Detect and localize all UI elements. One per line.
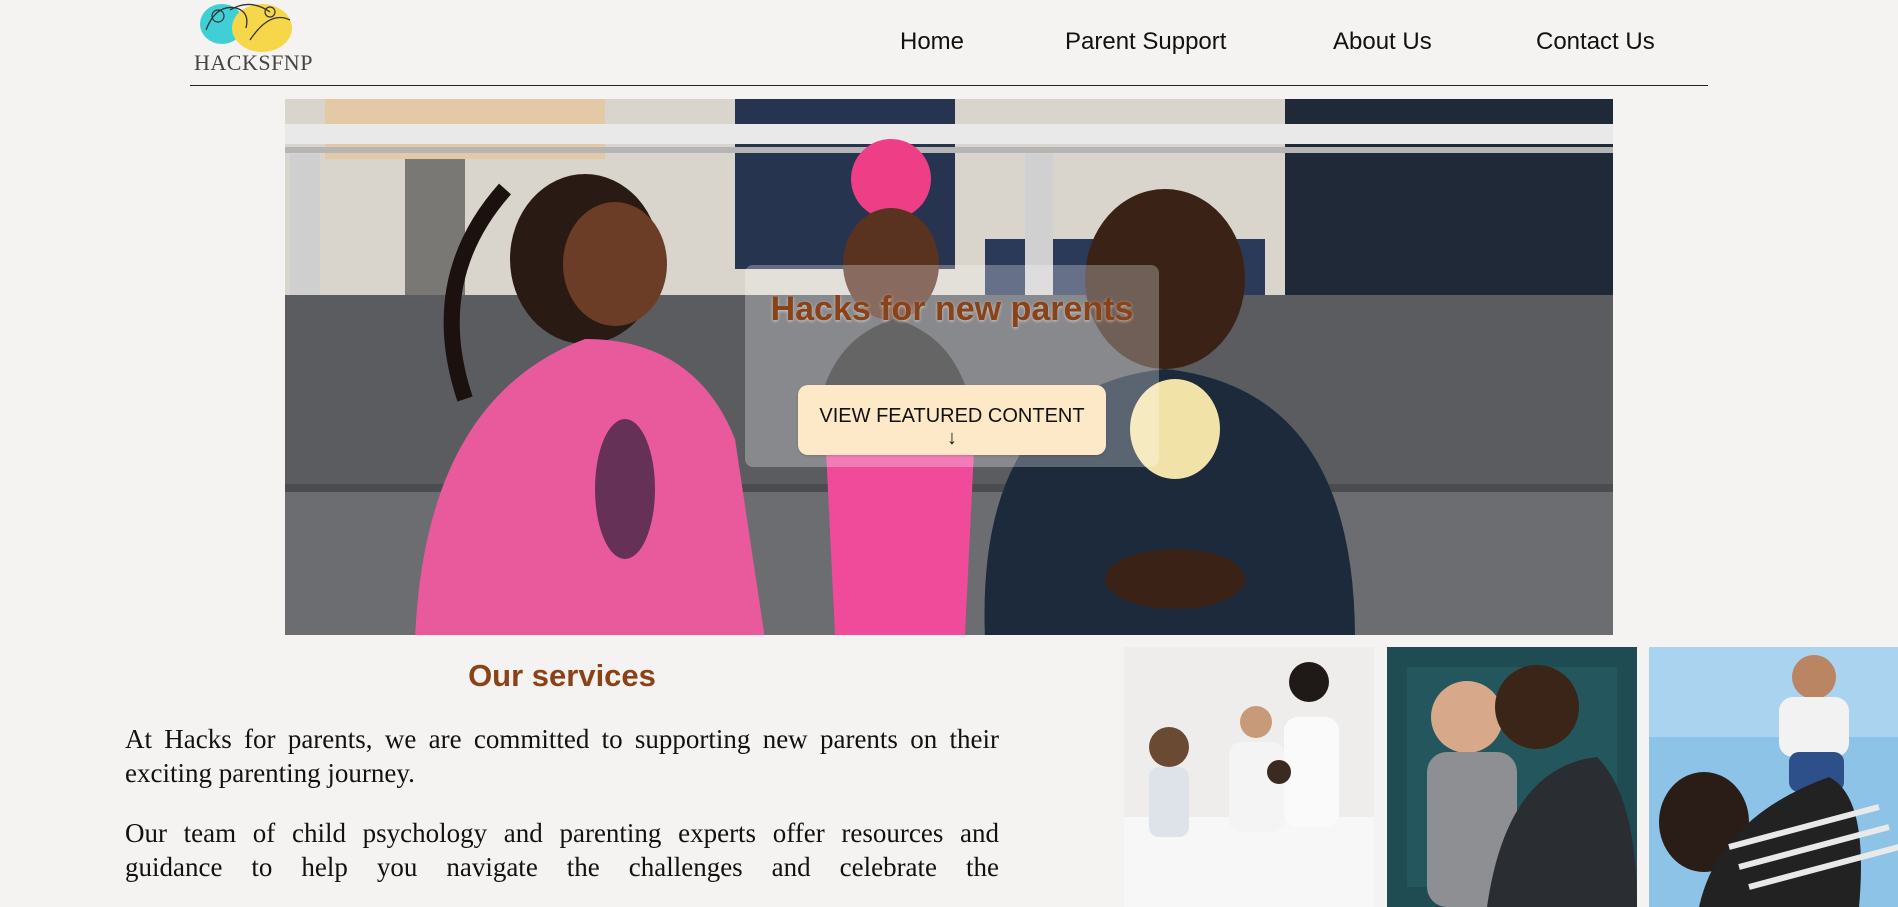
nav-home[interactable]: Home — [900, 28, 964, 56]
view-featured-content-button[interactable]: VIEW FEATURED CONTENT ↓ — [798, 385, 1106, 455]
hero-banner: Hacks for new parents VIEW FEATURED CONT… — [285, 99, 1613, 635]
services-paragraph-2: Our team of child psychology and parenti… — [125, 818, 999, 882]
services-heading: Our services — [468, 658, 656, 693]
header-divider — [190, 85, 1708, 86]
nav-parent-support[interactable]: Parent Support — [1065, 28, 1226, 56]
hero-title: Hacks for new parents — [770, 290, 1134, 328]
nav-about-us[interactable]: About Us — [1333, 28, 1432, 56]
parent-lifting-baby-photo — [1649, 647, 1898, 907]
father-kissing-baby-photo — [1387, 647, 1637, 907]
arrow-down-icon: ↓ — [947, 426, 957, 449]
main-nav: Home Parent Support About Us Contact Us — [0, 28, 1898, 58]
hero-overlay-card: Hacks for new parents VIEW FEATURED CONT… — [745, 265, 1159, 467]
button-label: VIEW FEATURED CONTENT — [819, 404, 1085, 427]
nav-contact-us[interactable]: Contact Us — [1536, 28, 1655, 56]
family-on-bed-photo — [1124, 647, 1374, 907]
services-paragraph-1: At Hacks for parents, we are committed t… — [125, 724, 999, 788]
